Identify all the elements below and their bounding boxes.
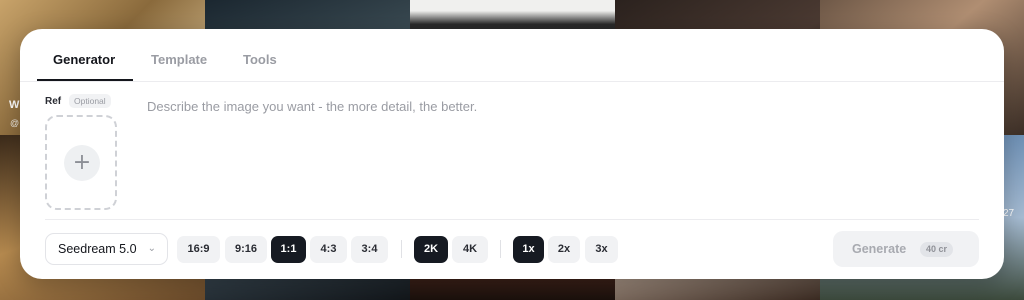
tab-tools[interactable]: Tools xyxy=(243,52,277,67)
ref-label: Ref xyxy=(45,96,62,107)
plus-icon[interactable]: + xyxy=(64,145,100,181)
count-3x-chip[interactable]: 3x xyxy=(585,236,618,263)
count-2x-chip[interactable]: 2x xyxy=(548,236,580,263)
toolbar-divider xyxy=(45,219,979,220)
reference-image-dropzone[interactable]: + xyxy=(45,115,117,210)
resolution-2k-chip[interactable]: 2K xyxy=(414,236,448,263)
background-caption-handle: @ xyxy=(10,118,20,128)
group-separator xyxy=(500,240,501,258)
tab-bar: Generator Template Tools xyxy=(20,29,1004,82)
chevron-down-icon: ⌄ xyxy=(147,243,156,254)
group-separator xyxy=(401,240,402,258)
generate-label: Generate xyxy=(852,242,907,256)
optional-badge: Optional xyxy=(69,94,111,108)
background-caption: W xyxy=(9,99,20,111)
model-select[interactable]: Seedream 5.0 ⌄ xyxy=(45,233,168,265)
active-tab-indicator xyxy=(37,79,133,81)
resolution-4k-chip[interactable]: 4K xyxy=(452,236,488,263)
generator-panel: Generator Template Tools Ref Optional + … xyxy=(20,29,1004,279)
credit-cost-badge: 40 cr xyxy=(920,242,954,257)
aspect-16-9-chip[interactable]: 16:9 xyxy=(177,236,220,263)
generate-button[interactable]: Generate 40 cr xyxy=(833,231,979,267)
aspect-4-3-chip[interactable]: 4:3 xyxy=(310,236,347,263)
model-select-value: Seedream 5.0 xyxy=(58,242,137,256)
aspect-1-1-chip[interactable]: 1:1 xyxy=(271,236,306,263)
background-caption-count: 27 xyxy=(1003,208,1015,219)
prompt-input[interactable] xyxy=(147,99,967,209)
aspect-3-4-chip[interactable]: 3:4 xyxy=(351,236,388,263)
aspect-9-16-chip[interactable]: 9:16 xyxy=(225,236,267,263)
tab-template[interactable]: Template xyxy=(151,52,207,67)
count-1x-chip[interactable]: 1x xyxy=(513,236,544,263)
tab-generator[interactable]: Generator xyxy=(53,52,115,67)
